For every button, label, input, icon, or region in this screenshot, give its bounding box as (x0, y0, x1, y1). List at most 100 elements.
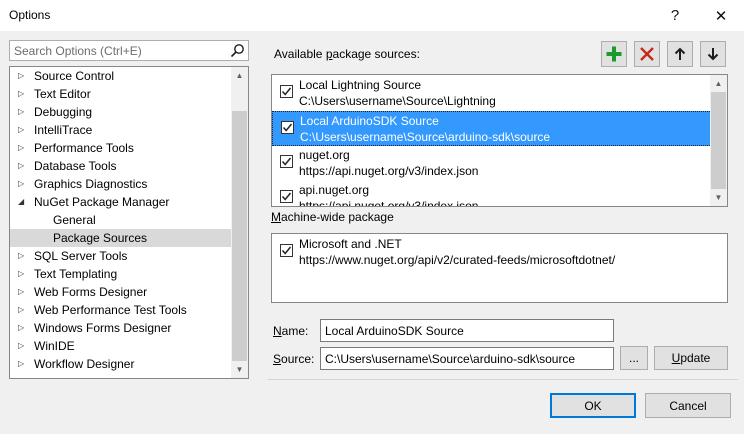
collapsed-caret-icon[interactable]: ▷ (18, 175, 28, 193)
name-input[interactable] (321, 320, 613, 341)
tree-item-label: WinIDE (34, 339, 75, 353)
tree-item-label: Web Forms Designer (34, 285, 148, 299)
title-bar (0, 0, 744, 31)
collapsed-caret-icon[interactable]: ▷ (18, 319, 28, 337)
tree-scrollbar[interactable]: ▲ ▼ (231, 67, 248, 378)
tree-item[interactable]: ▷ Graphics Diagnostics (10, 175, 232, 193)
machine-wide-label: Machine-wide package (271, 210, 394, 224)
collapsed-caret-icon[interactable]: ▷ (18, 121, 28, 139)
package-sources-list[interactable]: Local Lightning Source C:\Users\username\… (271, 74, 728, 207)
scroll-thumb[interactable] (232, 111, 247, 361)
collapsed-caret-icon[interactable]: ▷ (18, 265, 28, 283)
collapsed-caret-icon[interactable]: ▷ (18, 103, 28, 121)
check-icon (281, 246, 292, 255)
tree-item[interactable]: ◢ NuGet Package Manager (10, 193, 232, 211)
close-button[interactable]: ✕ (706, 0, 736, 31)
arrow-down-icon (707, 48, 719, 61)
scroll-thumb[interactable] (711, 92, 726, 189)
plus-icon (606, 46, 622, 62)
tree-item[interactable]: Package Sources (10, 229, 232, 247)
tree-item[interactable]: ▷ IntelliTrace (10, 121, 232, 139)
arrow-up-icon (674, 47, 686, 60)
machine-wide-list[interactable]: Microsoft and .NET https://www.nuget.org… (271, 233, 728, 303)
tree-item-label: Debugging (34, 105, 93, 119)
options-tree[interactable]: ▷ Source Control ▷ Text Editor ▷ Debugging ▷ In… (9, 66, 249, 379)
source-field[interactable] (320, 347, 614, 370)
enabled-checkbox[interactable] (280, 244, 293, 257)
check-icon (281, 192, 292, 201)
tree-item[interactable]: ▷ Windows Forms Designer (10, 319, 232, 337)
collapsed-caret-icon[interactable]: ▷ (18, 157, 28, 175)
help-button[interactable]: ? (660, 0, 690, 31)
window-title: Options (9, 8, 51, 22)
tree-item-label: Text Editor (34, 87, 91, 101)
source-row[interactable]: Local Lightning Source C:\Users\username\… (272, 76, 712, 111)
source-url: https://api.nuget.org/v3/index.json (299, 164, 479, 178)
enabled-checkbox[interactable] (280, 85, 293, 98)
expanded-caret-icon[interactable]: ◢ (18, 193, 28, 211)
check-icon (282, 123, 293, 132)
move-down-button[interactable] (700, 41, 726, 67)
move-up-button[interactable] (667, 41, 693, 67)
collapsed-caret-icon[interactable]: ▷ (18, 67, 28, 85)
check-icon (281, 157, 292, 166)
remove-x-icon (640, 47, 654, 61)
source-name: Local Lightning Source (299, 78, 422, 92)
scroll-up-icon[interactable]: ▲ (710, 75, 727, 92)
scroll-down-icon[interactable]: ▼ (231, 361, 248, 378)
tree-item[interactable]: General (10, 211, 232, 229)
collapsed-caret-icon[interactable]: ▷ (18, 85, 28, 103)
tree-item-label: Text Templating (34, 267, 118, 281)
cancel-button[interactable]: Cancel (645, 393, 731, 418)
update-button[interactable]: Update (654, 346, 728, 370)
scroll-down-icon[interactable]: ▼ (710, 189, 727, 206)
source-row[interactable]: api.nuget.org https://api.nuget.org/v3/in… (272, 181, 712, 206)
collapsed-caret-icon[interactable]: ▷ (18, 139, 28, 157)
help-icon: ? (670, 7, 680, 24)
tree-item[interactable]: ▷ SQL Server Tools (10, 247, 232, 265)
enabled-checkbox[interactable] (280, 155, 293, 168)
tree-item-label: NuGet Package Manager (34, 195, 170, 209)
source-row[interactable]: nuget.org https://api.nuget.org/v3/index.… (272, 146, 712, 181)
tree-item[interactable]: ▷ WinIDE (10, 337, 232, 355)
collapsed-caret-icon[interactable]: ▷ (18, 355, 28, 373)
tree-item[interactable]: ▷ Web Forms Designer (10, 283, 232, 301)
collapsed-caret-icon[interactable]: ▷ (18, 301, 28, 319)
tree-item[interactable]: ▷ Debugging (10, 103, 232, 121)
name-field[interactable] (320, 319, 614, 342)
ok-button[interactable]: OK (550, 393, 636, 418)
collapsed-caret-icon[interactable]: ▷ (18, 337, 28, 355)
source-name: api.nuget.org (299, 183, 370, 197)
scroll-up-icon[interactable]: ▲ (231, 67, 248, 84)
remove-source-button[interactable] (634, 41, 660, 67)
tree-item[interactable]: ▷ Web Performance Test Tools (10, 301, 232, 319)
collapsed-caret-icon[interactable]: ▷ (18, 283, 28, 301)
tree-item[interactable]: ▷ Workflow Designer (10, 355, 232, 373)
collapsed-caret-icon[interactable]: ▷ (18, 247, 28, 265)
search-input[interactable] (10, 41, 220, 60)
tree-item-label: Web Performance Test Tools (34, 303, 187, 317)
list-item[interactable]: Microsoft and .NET https://www.nuget.org… (272, 235, 712, 270)
search-box[interactable] (9, 40, 249, 61)
tree-item[interactable]: ▷ Performance Tools (10, 139, 232, 157)
source-label: Source: (273, 352, 315, 366)
sources-scrollbar[interactable]: ▲ ▼ (710, 75, 727, 206)
tree-item-label: General (53, 213, 96, 227)
source-input[interactable] (321, 348, 613, 369)
tree-item-label: Package Sources (53, 231, 148, 245)
tree-item-label: Windows Forms Designer (34, 321, 172, 335)
source-row[interactable]: Local ArduinoSDK Source C:\Users\username… (272, 111, 712, 146)
tree-item[interactable]: ▷ Database Tools (10, 157, 232, 175)
tree-item[interactable]: ▷ Source Control (10, 67, 232, 85)
tree-item-label: Performance Tools (34, 141, 134, 155)
name-label: Name: (273, 324, 309, 338)
source-url: C:\Users\username\Source\Lightning (299, 94, 496, 108)
enabled-checkbox[interactable] (281, 121, 294, 134)
tree-item[interactable]: ▷ Text Templating (10, 265, 232, 283)
magnifier-icon[interactable] (230, 43, 245, 58)
add-source-button[interactable] (601, 41, 627, 67)
tree-item[interactable]: ▷ Text Editor (10, 85, 232, 103)
enabled-checkbox[interactable] (280, 190, 293, 203)
browse-button[interactable]: ... (620, 346, 648, 370)
check-icon (281, 87, 292, 96)
